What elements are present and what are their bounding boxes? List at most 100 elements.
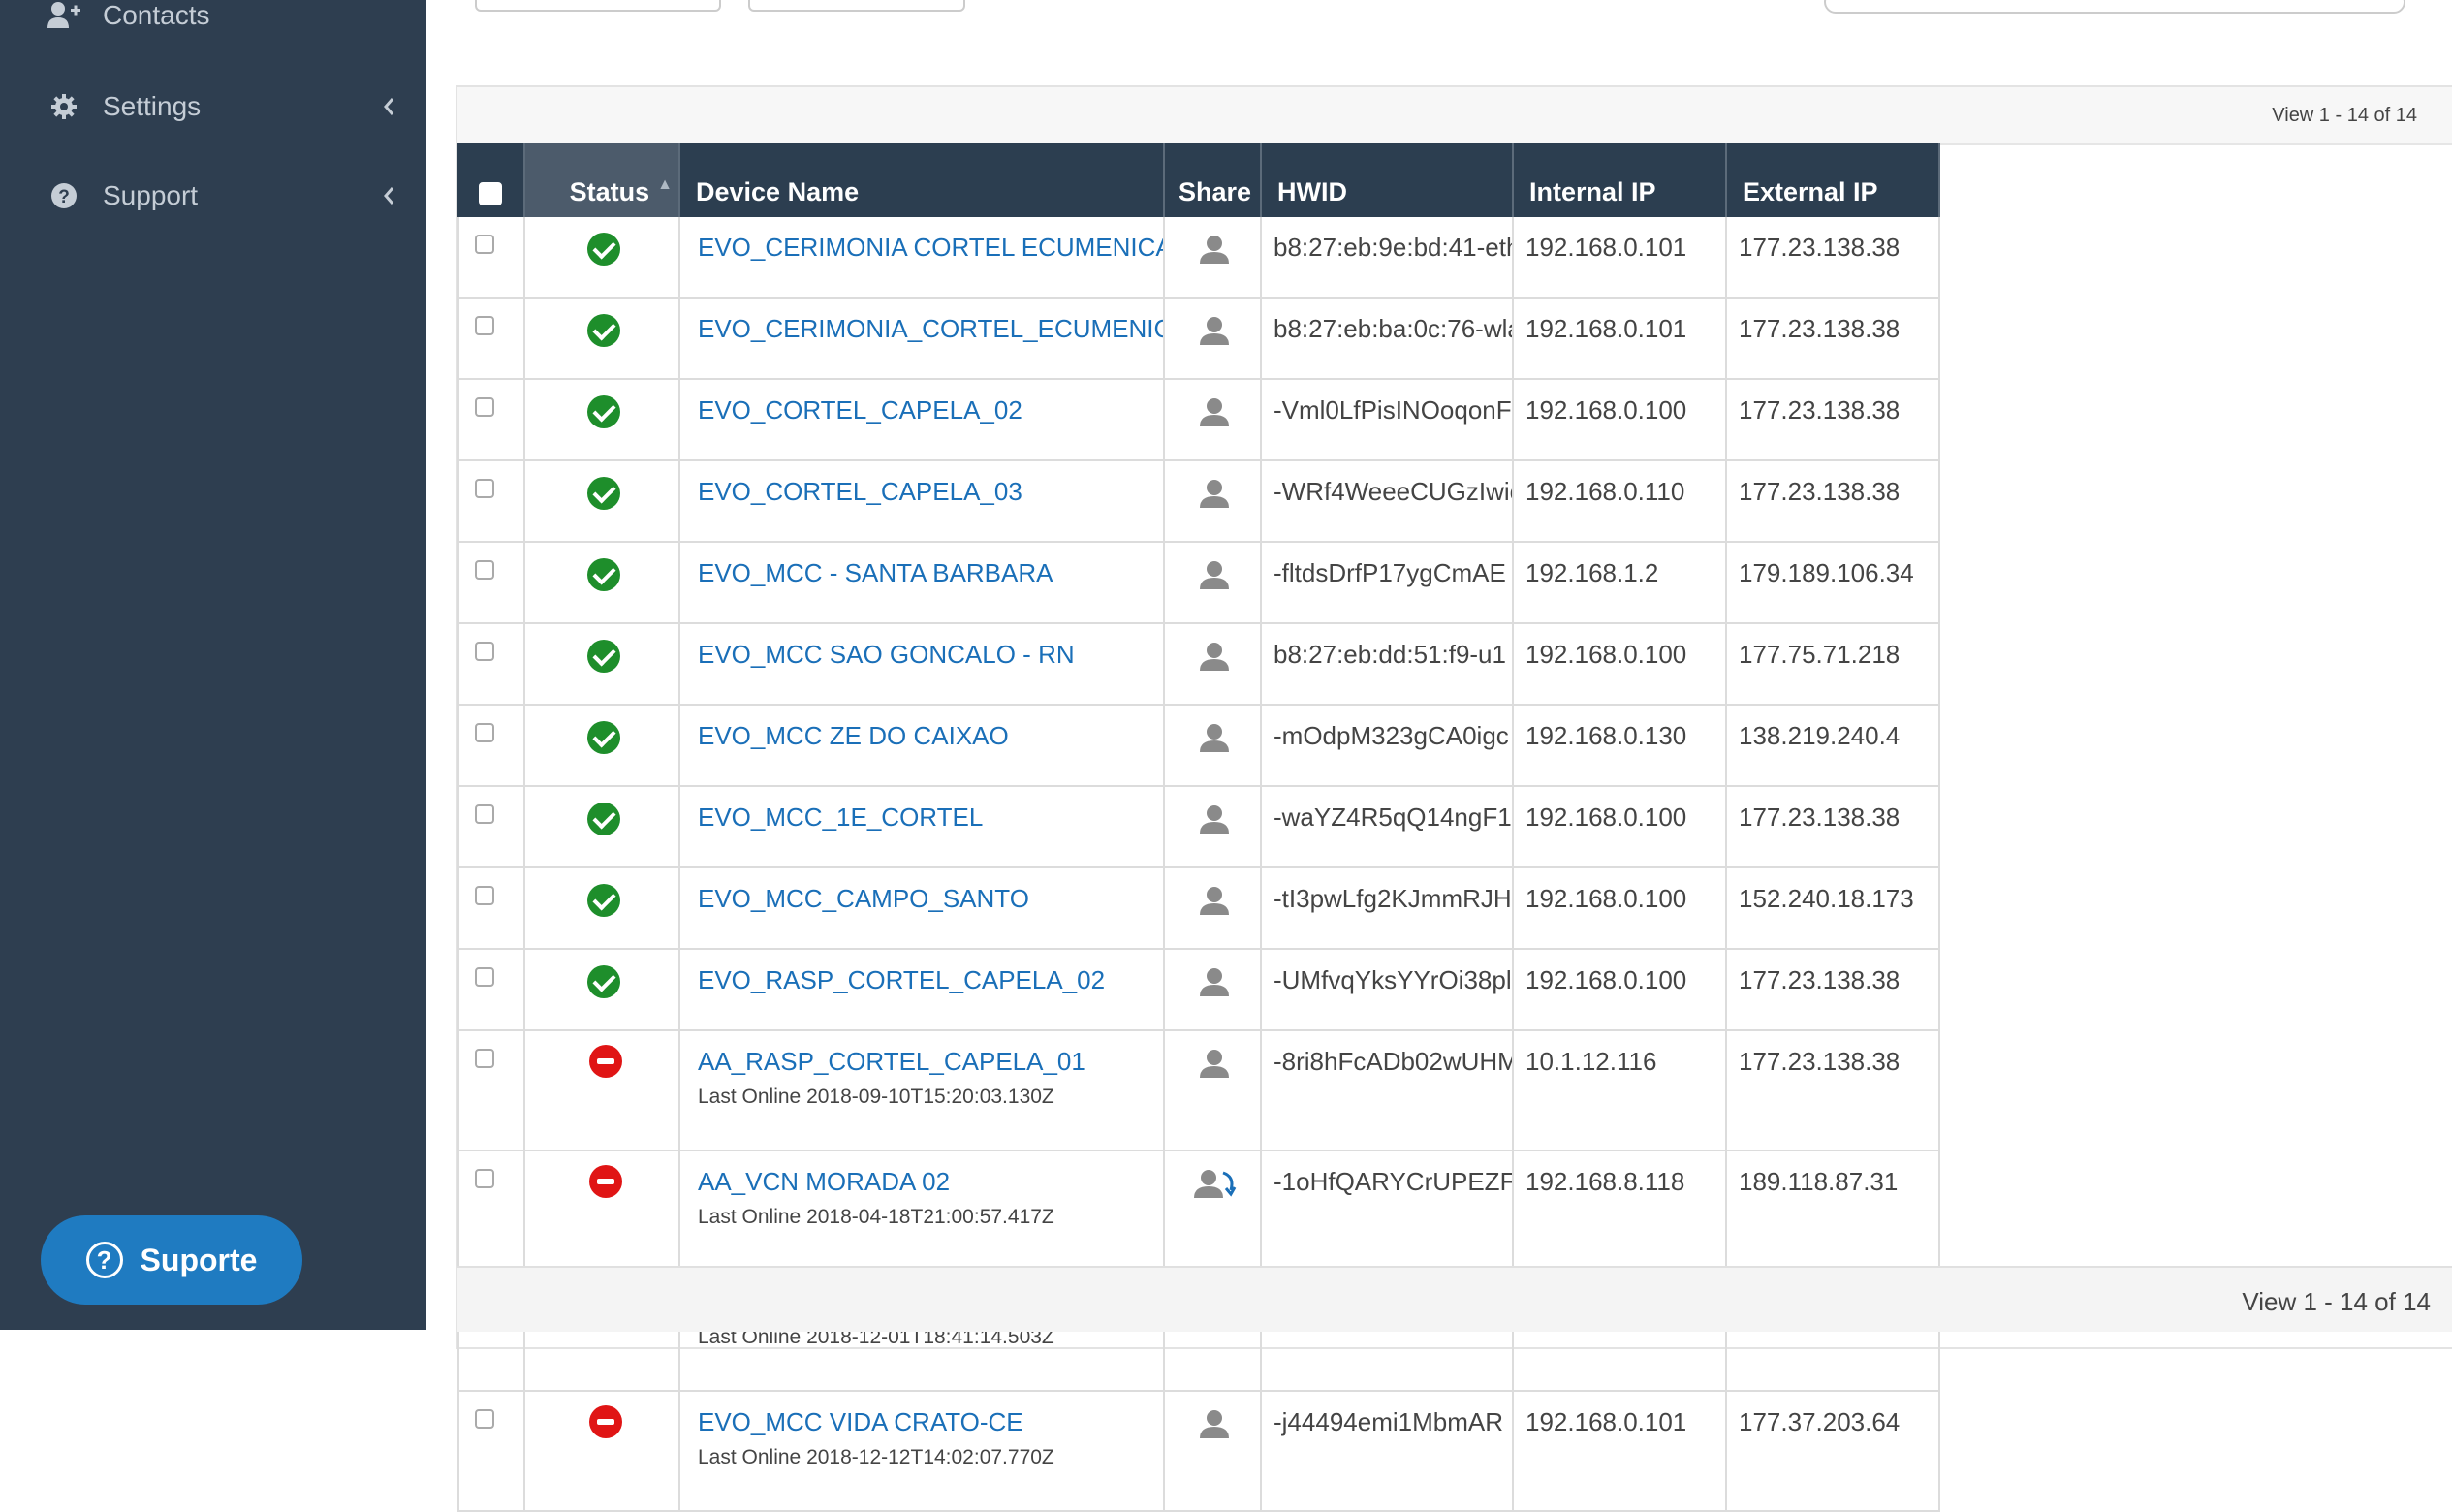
internal-ip-value: 192.168.0.110: [1525, 477, 1685, 506]
external-ip-value: 177.37.203.64: [1739, 1407, 1901, 1436]
table-row[interactable]: EVO_MCC ZE DO CAIXAO -mOdpM323gCA0igc 192.…: [457, 706, 1940, 787]
header-hwid[interactable]: HWID: [1262, 143, 1514, 217]
user-icon[interactable]: [1198, 397, 1231, 431]
device-name-link[interactable]: EVO_CERIMONIA_CORTEL_ECUMENICA_02: [698, 314, 1163, 344]
internal-ip-value: 192.168.0.101: [1525, 233, 1687, 262]
sidebar-item-contacts[interactable]: Contacts: [47, 0, 395, 45]
table-row[interactable]: EVO_MCC - SANTA BARBARA -fltdsDrfP17ygCmA…: [457, 543, 1940, 624]
external-ip-value: 152.240.18.173: [1739, 884, 1914, 913]
row-checkbox[interactable]: [475, 1409, 494, 1429]
status-cell: [525, 950, 680, 1029]
user-icon[interactable]: [1198, 967, 1231, 1001]
status-cell: [525, 1392, 680, 1510]
row-checkbox[interactable]: [475, 804, 494, 824]
external-ip-cell: 177.23.138.38: [1727, 299, 1940, 378]
device-name-link[interactable]: EVO_RASP_CORTEL_CAPELA_02: [698, 965, 1163, 995]
table-row[interactable]: EVO_CERIMONIA CORTEL ECUMENICA 01 b8:27:e…: [457, 217, 1940, 299]
table-row[interactable]: EVO_CORTEL_CAPELA_03 -WRf4WeeeCUGzIwic 192…: [457, 461, 1940, 543]
row-checkbox[interactable]: [475, 397, 494, 417]
device-name-link[interactable]: AA_RASP_CORTEL_CAPELA_01: [698, 1047, 1163, 1077]
device-name-link[interactable]: EVO_CERIMONIA CORTEL ECUMENICA 01: [698, 233, 1163, 263]
status-cell: [525, 461, 680, 541]
row-checkbox[interactable]: [475, 479, 494, 498]
header-internal-ip[interactable]: Internal IP: [1514, 143, 1727, 217]
table-row[interactable]: EVO_MCC_CAMPO_SANTO -tI3pwLfg2KJmmRJHu 192…: [457, 868, 1940, 950]
header-select-all[interactable]: [457, 143, 525, 217]
user-icon[interactable]: [1198, 560, 1231, 594]
shared-user-icon[interactable]: [1194, 1169, 1237, 1203]
internal-ip-cell: 192.168.0.100: [1514, 950, 1727, 1029]
row-checkbox[interactable]: [475, 235, 494, 254]
user-icon[interactable]: [1198, 235, 1231, 268]
table-row[interactable]: EVO_CORTEL_CAPELA_02 -Vml0LfPisINOoqonF 19…: [457, 380, 1940, 461]
row-select-cell: [457, 868, 525, 948]
sidebar-item-settings[interactable]: Settings: [47, 78, 395, 136]
row-checkbox[interactable]: [475, 1049, 494, 1068]
device-name-link[interactable]: EVO_CORTEL_CAPELA_03: [698, 477, 1163, 507]
select-all-checkbox[interactable]: [479, 182, 502, 205]
offline-minus-icon: [589, 1045, 622, 1078]
row-checkbox[interactable]: [475, 560, 494, 580]
user-icon[interactable]: [1198, 723, 1231, 757]
device-name-link[interactable]: EVO_CORTEL_CAPELA_02: [698, 395, 1163, 425]
hwid-cell: -UMfvqYksYYrOi38pl: [1262, 950, 1514, 1029]
row-checkbox[interactable]: [475, 642, 494, 661]
table-row[interactable]: AA_VCN MORADA 02 Last Online 2018-04-18T2…: [457, 1151, 1940, 1272]
device-name-link[interactable]: EVO_MCC - SANTA BARBARA: [698, 558, 1163, 588]
hwid-cell: -mOdpM323gCA0igc: [1262, 706, 1514, 785]
header-status[interactable]: Status ▲: [525, 143, 680, 217]
user-icon[interactable]: [1198, 886, 1231, 920]
device-name-link[interactable]: EVO_MCC_CAMPO_SANTO: [698, 884, 1163, 914]
internal-ip-value: 192.168.0.101: [1525, 314, 1687, 343]
table-row[interactable]: EVO_MCC_1E_CORTEL -waYZ4R5qQ14ngF1 192.168…: [457, 787, 1940, 868]
header-share[interactable]: Share: [1165, 143, 1262, 217]
table-row[interactable]: EVO_MCC VIDA CRATO-CE Last Online 2018-12…: [457, 1392, 1940, 1512]
row-checkbox[interactable]: [475, 723, 494, 742]
user-icon[interactable]: [1198, 1049, 1231, 1083]
share-cell: [1165, 868, 1262, 948]
row-checkbox[interactable]: [475, 1169, 494, 1188]
status-cell: [525, 706, 680, 785]
status-cell: [525, 543, 680, 622]
device-name-link[interactable]: EVO_MCC SAO GONCALO - RN: [698, 640, 1163, 670]
toolbar-button[interactable]: [748, 0, 965, 12]
device-name-link[interactable]: AA_VCN MORADA 02: [698, 1167, 1163, 1197]
external-ip-cell: 189.118.87.31: [1727, 1151, 1940, 1270]
header-external-ip[interactable]: External IP: [1727, 143, 1940, 217]
external-ip-cell: 179.189.106.34: [1727, 543, 1940, 622]
hwid-value: -8ri8hFcADb02wUHM: [1273, 1047, 1512, 1076]
user-icon[interactable]: [1198, 316, 1231, 350]
user-icon[interactable]: [1198, 804, 1231, 838]
hwid-value: -mOdpM323gCA0igc: [1273, 721, 1509, 750]
table-row[interactable]: EVO_MCC SAO GONCALO - RN b8:27:eb:dd:51:f…: [457, 624, 1940, 706]
support-button[interactable]: ? Suporte: [41, 1215, 302, 1305]
record-count: View 1 - 14 of 14: [2272, 105, 2417, 126]
table-row[interactable]: EVO_CERIMONIA_CORTEL_ECUMENICA_02 b8:27:e…: [457, 299, 1940, 380]
search-input[interactable]: [1824, 0, 2405, 14]
user-icon[interactable]: [1198, 1409, 1231, 1443]
device-name-cell: EVO_RASP_CORTEL_CAPELA_02: [680, 950, 1165, 1029]
status-cell: [525, 787, 680, 866]
header-device-name[interactable]: Device Name: [680, 143, 1165, 217]
row-checkbox[interactable]: [475, 967, 494, 987]
table-row[interactable]: EVO_RASP_CORTEL_CAPELA_02 -UMfvqYksYYrOi3…: [457, 950, 1940, 1031]
hwid-cell: -tI3pwLfg2KJmmRJHu: [1262, 868, 1514, 948]
external-ip-value: 177.23.138.38: [1739, 233, 1901, 262]
device-name-cell: EVO_MCC ZE DO CAIXAO: [680, 706, 1165, 785]
table-row[interactable]: AA_RASP_CORTEL_CAPELA_01 Last Online 2018…: [457, 1031, 1940, 1151]
header-label: Status: [569, 177, 650, 206]
device-name-link[interactable]: EVO_MCC VIDA CRATO-CE: [698, 1407, 1163, 1437]
row-checkbox[interactable]: [475, 316, 494, 335]
device-name-link[interactable]: EVO_MCC_1E_CORTEL: [698, 803, 1163, 833]
external-ip-cell: 177.23.138.38: [1727, 461, 1940, 541]
sidebar-item-support[interactable]: ? Support: [47, 167, 395, 225]
internal-ip-value: 192.168.0.100: [1525, 884, 1687, 913]
user-icon[interactable]: [1198, 479, 1231, 513]
internal-ip-value: 192.168.0.100: [1525, 640, 1687, 669]
user-icon[interactable]: [1198, 642, 1231, 676]
device-name-link[interactable]: EVO_MCC ZE DO CAIXAO: [698, 721, 1163, 751]
row-select-cell: [457, 1151, 525, 1270]
toolbar-button[interactable]: [475, 0, 721, 12]
record-count: View 1 - 14 of 14: [2242, 1287, 2431, 1316]
row-checkbox[interactable]: [475, 886, 494, 905]
